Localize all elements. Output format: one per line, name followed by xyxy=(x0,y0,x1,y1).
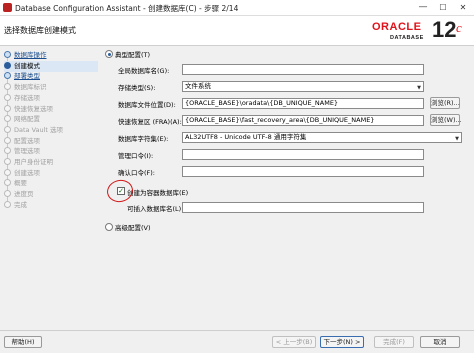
step-label: 进度页 xyxy=(14,190,34,199)
step-label: 创建模式 xyxy=(14,61,40,70)
step-navigator: 数据库操作创建模式部署类型数据库标识 存储选项快速恢复选项 网络配置 Data Vau… xyxy=(0,47,98,327)
title-bar: Database Configuration Assistant - 创建数据库… xyxy=(0,0,474,16)
step-marker-icon xyxy=(4,125,11,133)
step-label: 快速恢复选项 xyxy=(14,104,53,113)
storage-type-select[interactable]: 文件系统 ▼ xyxy=(182,81,424,92)
charset-label: 数据库字符集(E): xyxy=(118,135,169,143)
page-header: 选择数据库创建模式 ORACLE DATABASE 12 c xyxy=(0,16,474,46)
back-button[interactable]: < 上一步(B) xyxy=(272,336,316,348)
step-marker-icon xyxy=(4,61,11,69)
step-item[interactable]: 创建模式 xyxy=(4,60,98,72)
typical-config-radio[interactable] xyxy=(105,50,113,58)
step-marker-icon xyxy=(4,158,11,165)
footer-bar: 帮助(H) < 上一步(B) 下一步(N) > 完成(F) 取消 xyxy=(0,330,474,353)
next-button[interactable]: 下一步(N) > xyxy=(320,336,364,348)
step-label: 用户身份证明 xyxy=(14,158,53,166)
help-button[interactable]: 帮助(H) xyxy=(4,336,42,348)
charset-select[interactable]: AL32UTF8 - Unicode UTF-8 通用字符集 ▼ xyxy=(182,132,462,143)
page-title: 选择数据库创建模式 xyxy=(4,26,76,35)
browse-fra-button[interactable]: 浏览(W)... xyxy=(430,114,462,126)
step-marker-icon xyxy=(4,136,11,144)
pluggable-db-input[interactable] xyxy=(182,202,424,213)
step-item: 快速恢复选项 xyxy=(4,104,98,115)
chevron-down-icon: ▼ xyxy=(455,136,459,142)
step-label: 部署类型 xyxy=(14,72,40,81)
browse-db-location-button[interactable]: 浏览(R)... xyxy=(430,97,460,109)
step-marker-icon xyxy=(4,115,11,123)
charset-value: AL32UTF8 - Unicode UTF-8 通用字符集 xyxy=(185,133,307,141)
version-suffix: c xyxy=(456,20,462,35)
main-panel: 典型配置(T) 全局数据库名(G): 存储类型(S): 文件系统 ▼ 数据库文件… xyxy=(100,47,474,327)
step-label: 管理选项 xyxy=(14,147,40,156)
container-db-label: 创建为容器数据库(E) xyxy=(127,189,189,197)
cancel-button[interactable]: 取消 xyxy=(420,336,460,348)
admin-password-input[interactable] xyxy=(182,149,424,160)
fra-input[interactable]: {ORACLE_BASE}\fast_recovery_area\{DB_UNI… xyxy=(182,115,424,126)
step-label: 完成 xyxy=(14,200,27,209)
step-marker-icon xyxy=(4,104,11,112)
app-icon xyxy=(3,3,12,12)
step-marker-icon xyxy=(4,200,11,208)
admin-password-label: 管理口令(I): xyxy=(118,152,154,160)
global-db-name-input[interactable] xyxy=(182,64,424,75)
version-number: 12 xyxy=(432,17,457,42)
step-label: 数据库标识 xyxy=(14,83,47,92)
oracle-logo: ORACLE DATABASE 12 c xyxy=(372,17,472,45)
brand-sub: DATABASE xyxy=(390,35,424,41)
step-marker-icon xyxy=(4,83,11,91)
advanced-config-radio[interactable] xyxy=(105,223,113,231)
chevron-down-icon: ▼ xyxy=(417,85,421,91)
step-item: 存储选项 xyxy=(4,93,98,104)
db-file-location-input[interactable]: {ORACLE_BASE}\oradata\{DB_UNIQUE_NAME} xyxy=(182,98,424,109)
step-label: 创建选项 xyxy=(14,168,40,177)
step-item[interactable]: 部署类型 xyxy=(4,71,98,82)
fra-label: 快速恢复区 (FRA)(A): xyxy=(118,118,182,126)
maximize-button[interactable]: ☐ xyxy=(436,1,450,14)
minimize-button[interactable]: — xyxy=(416,1,430,14)
step-item: 管理选项 xyxy=(4,146,98,157)
step-marker-icon xyxy=(4,51,11,58)
step-label: 概要 xyxy=(14,179,27,188)
advanced-config-label: 高级配置(V) xyxy=(115,224,151,232)
step-item: 完成 xyxy=(4,200,98,211)
step-item: 数据库标识 xyxy=(4,82,98,93)
pluggable-db-label: 可插入数据库名(L): xyxy=(127,205,184,213)
typical-config-label: 典型配置(T) xyxy=(115,51,151,59)
window-title: Database Configuration Assistant - 创建数据库… xyxy=(15,4,239,13)
step-marker-icon xyxy=(4,179,11,187)
brand-word: ORACLE xyxy=(372,21,422,33)
step-item: 概要 xyxy=(4,178,98,189)
global-db-name-label: 全局数据库名(G): xyxy=(118,67,170,75)
step-label: 配置选项 xyxy=(14,136,40,145)
step-label: Data Vault 选项 xyxy=(14,125,64,134)
confirm-password-label: 确认口令(F): xyxy=(118,169,156,177)
confirm-password-input[interactable] xyxy=(182,166,424,177)
step-item: Data Vault 选项 xyxy=(4,125,98,136)
storage-type-label: 存储类型(S): xyxy=(118,84,156,92)
finish-button[interactable]: 完成(F) xyxy=(374,336,414,348)
step-marker-icon xyxy=(4,190,11,198)
step-item: 创建选项 xyxy=(4,168,98,179)
storage-type-value: 文件系统 xyxy=(185,82,211,90)
close-button[interactable]: ✕ xyxy=(456,1,470,14)
step-marker-icon xyxy=(4,147,11,155)
step-label: 存储选项 xyxy=(14,93,40,102)
step-item: 进度页 xyxy=(4,189,98,200)
step-marker-icon xyxy=(4,93,11,101)
step-label: 网络配置 xyxy=(14,115,40,124)
step-item[interactable]: 数据库操作 xyxy=(4,50,98,61)
step-item: 配置选项 xyxy=(4,136,98,147)
step-label: 数据库操作 xyxy=(14,51,47,59)
db-file-location-label: 数据库文件位置(D): xyxy=(118,101,176,109)
step-marker-icon xyxy=(4,168,11,176)
step-item: 用户身份证明 xyxy=(4,157,98,168)
step-marker-icon xyxy=(4,72,11,80)
step-item: 网络配置 xyxy=(4,114,98,125)
